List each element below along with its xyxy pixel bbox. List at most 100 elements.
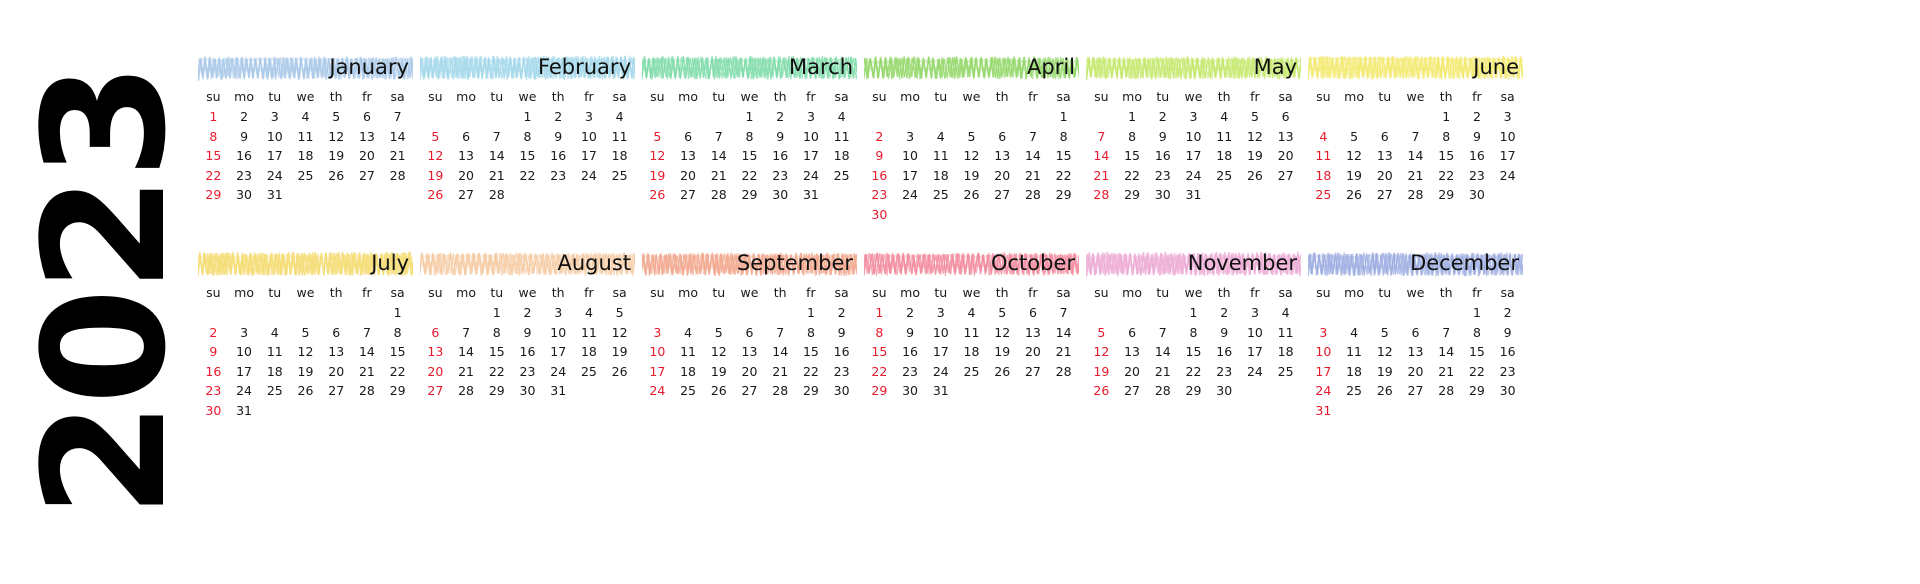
day-cell-september-16[interactable]: 16: [826, 342, 857, 362]
day-cell-august-10[interactable]: 10: [543, 323, 574, 343]
day-cell-november-30[interactable]: 30: [1209, 381, 1240, 401]
day-cell-december-28[interactable]: 28: [1431, 381, 1462, 401]
day-cell-january-18[interactable]: 18: [290, 146, 321, 166]
day-cell-september-1[interactable]: 1: [796, 303, 827, 323]
day-cell-february-5[interactable]: 5: [420, 127, 451, 147]
day-cell-august-15[interactable]: 15: [481, 342, 512, 362]
day-cell-may-17[interactable]: 17: [1178, 146, 1209, 166]
day-cell-november-20[interactable]: 20: [1117, 362, 1148, 382]
day-cell-march-19[interactable]: 19: [642, 166, 673, 186]
day-cell-june-16[interactable]: 16: [1462, 146, 1493, 166]
day-cell-july-29[interactable]: 29: [382, 381, 413, 401]
day-cell-march-21[interactable]: 21: [703, 166, 734, 186]
day-cell-december-7[interactable]: 7: [1431, 323, 1462, 343]
day-cell-march-29[interactable]: 29: [734, 185, 765, 205]
day-cell-august-22[interactable]: 22: [481, 362, 512, 382]
day-cell-june-29[interactable]: 29: [1431, 185, 1462, 205]
day-cell-april-11[interactable]: 11: [925, 146, 956, 166]
day-cell-february-3[interactable]: 3: [574, 107, 605, 127]
day-cell-october-9[interactable]: 9: [895, 323, 926, 343]
day-cell-september-12[interactable]: 12: [703, 342, 734, 362]
day-cell-june-17[interactable]: 17: [1492, 146, 1523, 166]
day-cell-july-20[interactable]: 20: [321, 362, 352, 382]
day-cell-august-1[interactable]: 1: [481, 303, 512, 323]
day-cell-december-24[interactable]: 24: [1308, 381, 1339, 401]
day-cell-september-22[interactable]: 22: [796, 362, 827, 382]
day-cell-march-11[interactable]: 11: [826, 127, 857, 147]
day-cell-july-30[interactable]: 30: [198, 401, 229, 421]
day-cell-may-30[interactable]: 30: [1147, 185, 1178, 205]
day-cell-december-31[interactable]: 31: [1308, 401, 1339, 421]
day-cell-january-6[interactable]: 6: [352, 107, 383, 127]
day-cell-september-17[interactable]: 17: [642, 362, 673, 382]
day-cell-july-8[interactable]: 8: [382, 323, 413, 343]
day-cell-march-4[interactable]: 4: [826, 107, 857, 127]
day-cell-may-31[interactable]: 31: [1178, 185, 1209, 205]
day-cell-june-6[interactable]: 6: [1369, 127, 1400, 147]
day-cell-november-18[interactable]: 18: [1270, 342, 1301, 362]
day-cell-january-30[interactable]: 30: [229, 185, 260, 205]
day-cell-september-27[interactable]: 27: [734, 381, 765, 401]
day-cell-january-16[interactable]: 16: [229, 146, 260, 166]
day-cell-march-20[interactable]: 20: [673, 166, 704, 186]
day-cell-july-16[interactable]: 16: [198, 362, 229, 382]
day-cell-february-20[interactable]: 20: [451, 166, 482, 186]
day-cell-march-22[interactable]: 22: [734, 166, 765, 186]
day-cell-december-29[interactable]: 29: [1462, 381, 1493, 401]
day-cell-august-21[interactable]: 21: [451, 362, 482, 382]
day-cell-july-21[interactable]: 21: [352, 362, 383, 382]
day-cell-november-6[interactable]: 6: [1117, 323, 1148, 343]
day-cell-march-6[interactable]: 6: [673, 127, 704, 147]
day-cell-march-1[interactable]: 1: [734, 107, 765, 127]
day-cell-march-17[interactable]: 17: [796, 146, 827, 166]
day-cell-april-4[interactable]: 4: [925, 127, 956, 147]
day-cell-march-30[interactable]: 30: [765, 185, 796, 205]
day-cell-november-4[interactable]: 4: [1270, 303, 1301, 323]
day-cell-may-18[interactable]: 18: [1209, 146, 1240, 166]
day-cell-july-15[interactable]: 15: [382, 342, 413, 362]
day-cell-july-3[interactable]: 3: [229, 323, 260, 343]
day-cell-january-23[interactable]: 23: [229, 166, 260, 186]
day-cell-february-21[interactable]: 21: [481, 166, 512, 186]
day-cell-november-5[interactable]: 5: [1086, 323, 1117, 343]
day-cell-march-13[interactable]: 13: [673, 146, 704, 166]
day-cell-march-3[interactable]: 3: [796, 107, 827, 127]
day-cell-october-6[interactable]: 6: [1018, 303, 1049, 323]
day-cell-november-10[interactable]: 10: [1240, 323, 1271, 343]
day-cell-october-11[interactable]: 11: [956, 323, 987, 343]
day-cell-april-25[interactable]: 25: [925, 185, 956, 205]
day-cell-april-30[interactable]: 30: [864, 205, 895, 225]
day-cell-september-11[interactable]: 11: [673, 342, 704, 362]
day-cell-october-22[interactable]: 22: [864, 362, 895, 382]
day-cell-august-24[interactable]: 24: [543, 362, 574, 382]
day-cell-september-20[interactable]: 20: [734, 362, 765, 382]
day-cell-june-24[interactable]: 24: [1492, 166, 1523, 186]
day-cell-april-12[interactable]: 12: [956, 146, 987, 166]
day-cell-october-16[interactable]: 16: [895, 342, 926, 362]
day-cell-may-28[interactable]: 28: [1086, 185, 1117, 205]
day-cell-june-28[interactable]: 28: [1400, 185, 1431, 205]
day-cell-may-15[interactable]: 15: [1117, 146, 1148, 166]
day-cell-february-17[interactable]: 17: [574, 146, 605, 166]
day-cell-march-18[interactable]: 18: [826, 146, 857, 166]
day-cell-february-22[interactable]: 22: [512, 166, 543, 186]
day-cell-february-11[interactable]: 11: [604, 127, 635, 147]
day-cell-march-15[interactable]: 15: [734, 146, 765, 166]
day-cell-may-23[interactable]: 23: [1147, 166, 1178, 186]
day-cell-january-17[interactable]: 17: [259, 146, 290, 166]
day-cell-october-12[interactable]: 12: [987, 323, 1018, 343]
day-cell-november-19[interactable]: 19: [1086, 362, 1117, 382]
day-cell-january-11[interactable]: 11: [290, 127, 321, 147]
day-cell-august-27[interactable]: 27: [420, 381, 451, 401]
day-cell-october-7[interactable]: 7: [1048, 303, 1079, 323]
day-cell-october-23[interactable]: 23: [895, 362, 926, 382]
day-cell-april-2[interactable]: 2: [864, 127, 895, 147]
day-cell-october-2[interactable]: 2: [895, 303, 926, 323]
day-cell-january-22[interactable]: 22: [198, 166, 229, 186]
day-cell-january-29[interactable]: 29: [198, 185, 229, 205]
day-cell-november-17[interactable]: 17: [1240, 342, 1271, 362]
day-cell-may-13[interactable]: 13: [1270, 127, 1301, 147]
day-cell-july-19[interactable]: 19: [290, 362, 321, 382]
day-cell-september-21[interactable]: 21: [765, 362, 796, 382]
day-cell-april-18[interactable]: 18: [925, 166, 956, 186]
